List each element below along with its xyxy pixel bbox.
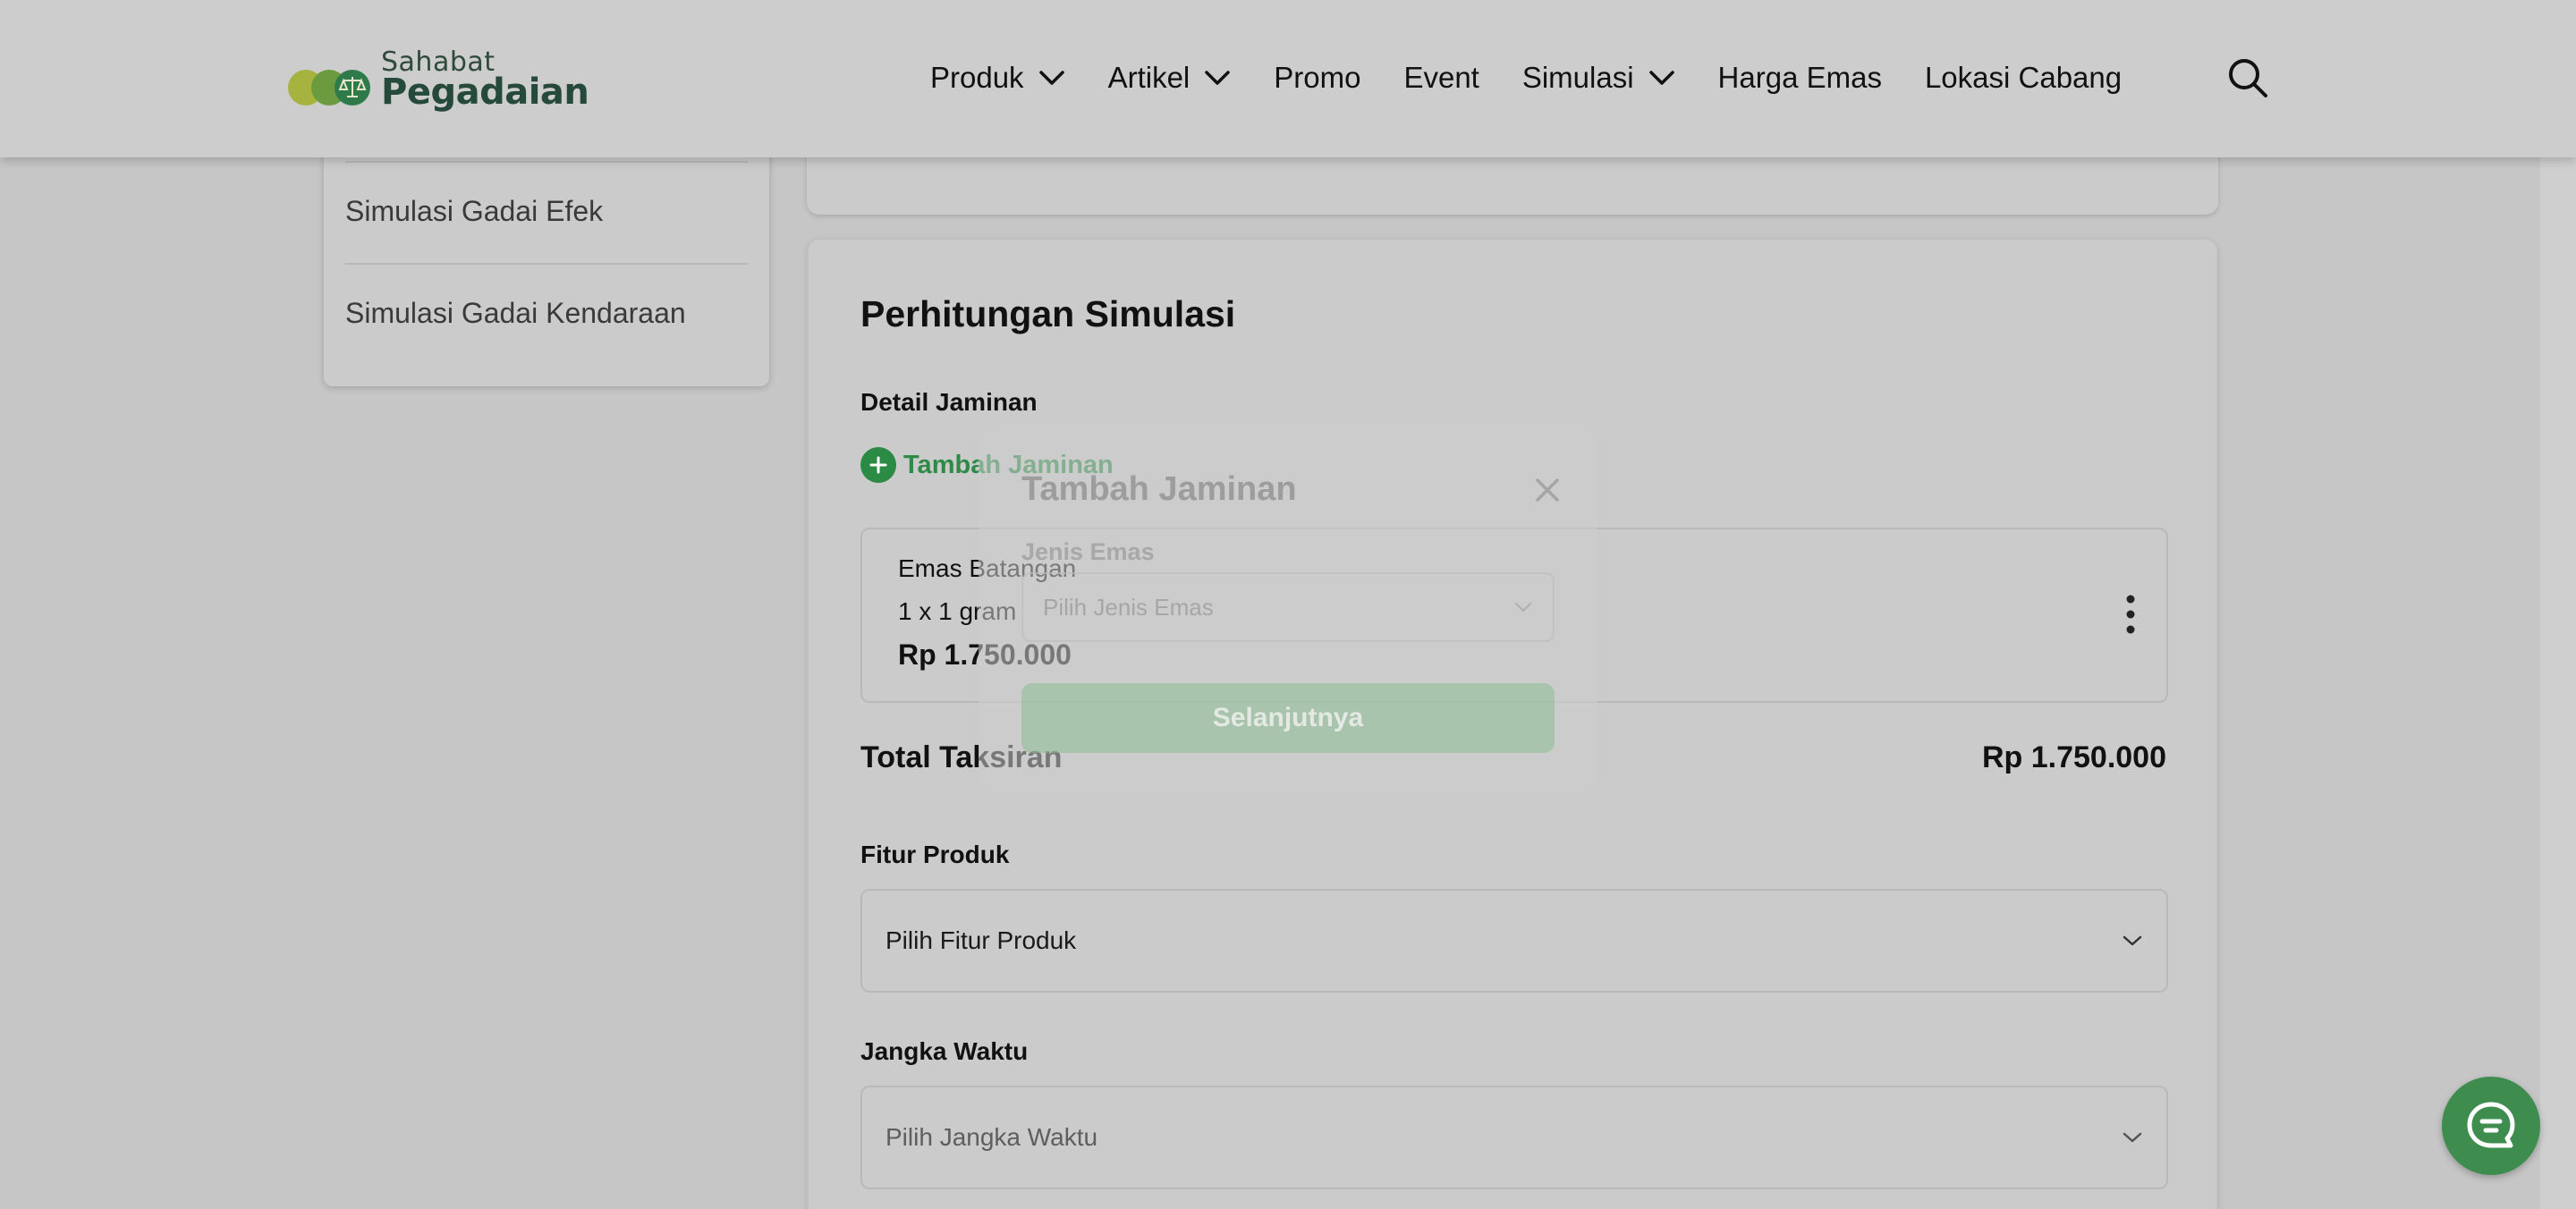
nav-label: Harga Emas — [1717, 61, 1882, 94]
jenis-emas-label: Jenis Emas — [1021, 538, 1155, 565]
total-taksiran-value: Rp 1.750.000 — [1981, 740, 2166, 774]
jangka-waktu-select[interactable]: Pilih Jangka Waktu — [860, 1086, 2168, 1189]
close-icon[interactable] — [1533, 476, 1562, 504]
chevron-down-icon — [1205, 71, 1230, 85]
chat-button[interactable] — [2442, 1077, 2540, 1175]
logo-mark-icon — [288, 70, 370, 106]
page-scrollbar[interactable] — [2540, 0, 2576, 1209]
main-nav: Produk Artikel Promo Event Simulasi Harg… — [930, 55, 2122, 100]
jenis-emas-placeholder: Pilih Jenis Emas — [1043, 593, 1214, 621]
sidebar-item-gadai-efek[interactable]: Simulasi Gadai Efek — [345, 195, 603, 228]
sidebar-divider — [345, 263, 748, 265]
chevron-down-icon — [2123, 935, 2142, 946]
jenis-emas-select[interactable]: Pilih Jenis Emas — [1021, 572, 1555, 642]
nav-item-promo[interactable]: Promo — [1274, 61, 1360, 95]
plus-icon — [860, 447, 896, 483]
chat-icon — [2467, 1102, 2515, 1148]
modal-title: Tambah Jaminan — [1021, 470, 1297, 508]
chevron-down-icon — [1514, 602, 1532, 613]
page-title: Perhitungan Simulasi — [860, 293, 1236, 334]
site-header: Sahabat Pegadaian Produk Artikel Promo E… — [0, 0, 2576, 157]
selanjutnya-button[interactable]: Selanjutnya — [1021, 683, 1555, 753]
nav-item-event[interactable]: Event — [1403, 61, 1479, 95]
nav-item-harga-emas[interactable]: Harga Emas — [1718, 61, 1882, 95]
chevron-down-icon — [1648, 71, 1674, 85]
nav-item-produk[interactable]: Produk — [930, 61, 1065, 95]
nav-label: Produk — [930, 61, 1024, 94]
jangka-waktu-label: Jangka Waktu — [860, 1037, 1029, 1065]
nav-label: Lokasi Cabang — [1924, 61, 2123, 94]
detail-jaminan-label: Detail Jaminan — [860, 388, 1038, 416]
logo-text-pegadaian: Pegadaian — [381, 72, 589, 113]
nav-label: Artikel — [1107, 61, 1191, 94]
nav-item-lokasi-cabang[interactable]: Lokasi Cabang — [1925, 61, 2122, 95]
sidebar-divider — [345, 161, 748, 163]
nav-item-artikel[interactable]: Artikel — [1108, 61, 1232, 95]
chevron-down-icon — [1038, 71, 1064, 85]
fitur-produk-label: Fitur Produk — [860, 841, 1010, 868]
more-options-icon[interactable] — [2122, 592, 2140, 637]
sidebar-item-gadai-kendaraan[interactable]: Simulasi Gadai Kendaraan — [345, 297, 686, 330]
nav-label: Event — [1403, 61, 1479, 94]
jangka-waktu-placeholder: Pilih Jangka Waktu — [886, 1123, 1098, 1151]
search-icon[interactable] — [2225, 55, 2270, 100]
nav-label: Simulasi — [1521, 61, 1634, 94]
tambah-jaminan-modal: Tambah Jaminan Jenis Emas Pilih Jenis Em… — [979, 426, 1597, 794]
chevron-down-icon — [2123, 1132, 2142, 1143]
sahabat-pegadaian-logo[interactable]: Sahabat Pegadaian — [288, 45, 589, 116]
fitur-produk-select[interactable]: Pilih Fitur Produk — [860, 889, 2168, 993]
nav-label: Promo — [1274, 61, 1361, 94]
fitur-produk-value: Pilih Fitur Produk — [886, 926, 1077, 954]
nav-item-simulasi[interactable]: Simulasi — [1522, 61, 1675, 95]
